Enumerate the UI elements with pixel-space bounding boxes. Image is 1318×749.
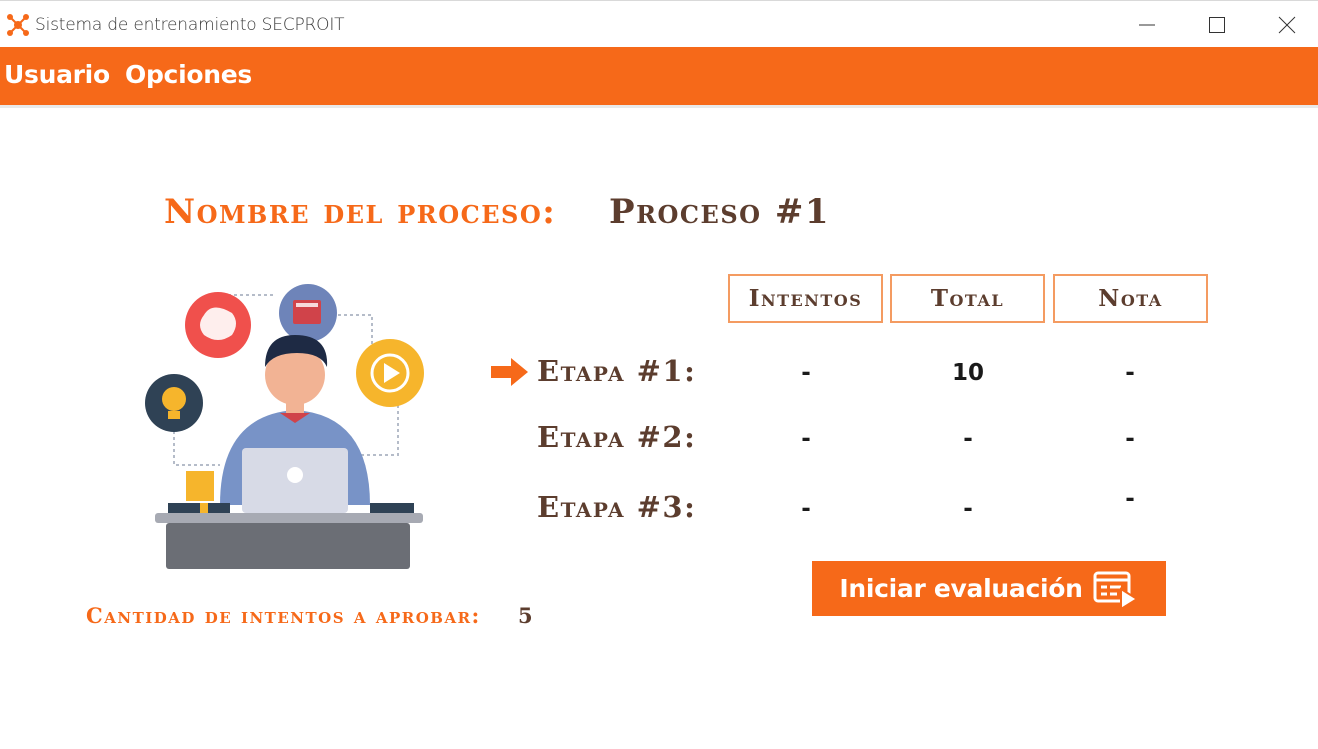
- stage-2-intentos: -: [801, 426, 811, 452]
- column-header-intentos: Intentos: [728, 274, 883, 323]
- stage-3-nota: -: [1125, 486, 1135, 512]
- maximize-button[interactable]: [1182, 1, 1252, 48]
- stage-label-1: Etapa #1:: [537, 354, 697, 388]
- stage-3-intentos: -: [801, 496, 811, 522]
- menu-bar: Usuario Opciones: [0, 47, 1318, 108]
- current-stage-arrow-icon: [491, 358, 528, 386]
- start-evaluation-label: Iniciar evaluación: [839, 574, 1083, 603]
- start-evaluation-icon: [1093, 571, 1139, 609]
- close-icon: [1278, 16, 1296, 33]
- process-name-label: Nombre del proceso:: [164, 192, 557, 232]
- process-name-value: Proceso #1: [609, 192, 831, 232]
- stage-1-total: 10: [951, 360, 984, 386]
- stage-1-nota: -: [1125, 360, 1135, 386]
- column-header-nota: Nota: [1053, 274, 1208, 323]
- student-illustration: [145, 284, 424, 569]
- start-evaluation-button[interactable]: Iniciar evaluación: [812, 561, 1166, 616]
- stage-label-2: Etapa #2:: [537, 420, 697, 454]
- stage-1-intentos: -: [801, 360, 811, 386]
- stage-2-nota: -: [1125, 426, 1135, 452]
- minimize-button[interactable]: [1112, 1, 1182, 48]
- stage-label-3: Etapa #3:: [537, 490, 697, 524]
- window-title: Sistema de entrenamiento SECPROIT: [35, 15, 345, 35]
- attempts-to-pass-label: Cantidad de intentos a aprobar:: [86, 603, 481, 628]
- column-header-total: Total: [890, 274, 1045, 323]
- window-title-bar: Sistema de entrenamiento SECPROIT: [0, 0, 1318, 47]
- menu-opciones[interactable]: Opciones: [125, 60, 252, 89]
- attempts-to-pass-value: 5: [518, 603, 535, 628]
- close-button[interactable]: [1252, 1, 1318, 48]
- stage-2-total: -: [963, 426, 973, 452]
- maximize-icon: [1209, 16, 1225, 33]
- minimize-icon: [1139, 24, 1155, 25]
- stage-3-total: -: [963, 496, 973, 522]
- app-logo-icon: [7, 14, 29, 36]
- menu-usuario[interactable]: Usuario: [4, 60, 110, 89]
